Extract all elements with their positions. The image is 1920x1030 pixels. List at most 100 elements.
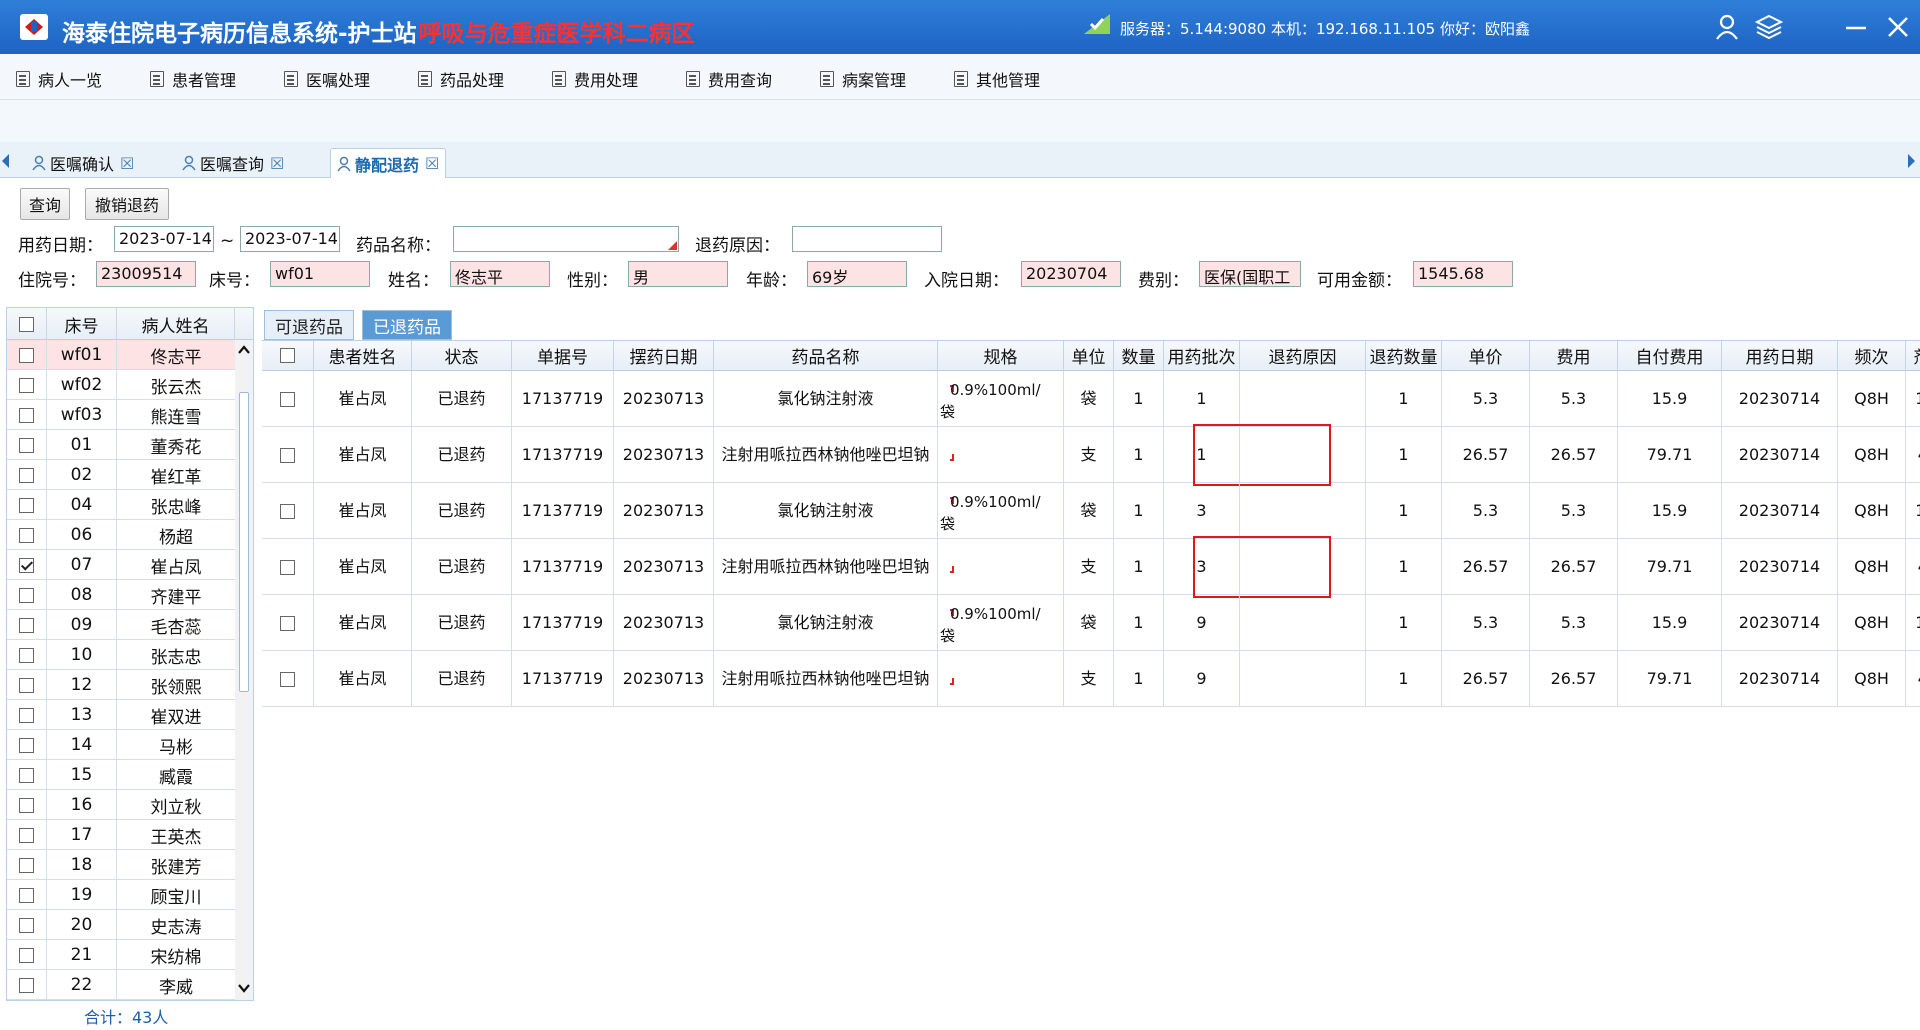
patient-row[interactable]: 19 顾宝川 <box>7 880 235 910</box>
col-header-frequency[interactable]: 频次 <box>1838 341 1906 371</box>
drug-row[interactable]: 崔占凤 已退药 17137719 20230713 氯化钠注射液 0.9%100ml/袋袋… <box>262 595 1920 651</box>
drug-row-checkbox[interactable] <box>280 671 295 687</box>
select-all-drugs-checkbox[interactable] <box>280 348 295 363</box>
menu-record-management[interactable]: 病案管理 <box>820 68 906 90</box>
patient-checkbox[interactable] <box>19 467 34 483</box>
drug-row[interactable]: 崔占凤 已退药 17137719 20230713 注射用哌拉西林钠他唑巴坦钠支 1 1 1 2… <box>262 427 1920 483</box>
patient-row[interactable]: 08 齐建平 <box>7 580 235 610</box>
tab-iv-drug-return[interactable]: 静配退药 ☒ <box>330 148 447 178</box>
patient-row[interactable]: 07 崔占凤 <box>7 550 235 580</box>
menu-fee-query[interactable]: 费用查询 <box>686 68 772 90</box>
col-header-self-pay[interactable]: 自付费用 <box>1618 341 1722 371</box>
patient-checkbox[interactable] <box>19 557 34 573</box>
cancel-return-button[interactable]: 撤销退药 <box>85 188 169 220</box>
patient-row[interactable]: 01 董秀花 <box>7 430 235 460</box>
drug-row[interactable]: 崔占凤 已退药 17137719 20230713 氯化钠注射液 0.9%100ml/袋袋… <box>262 371 1920 427</box>
menu-patient-management[interactable]: 患者管理 <box>150 68 236 90</box>
patient-checkbox[interactable] <box>19 377 34 393</box>
drug-name-input[interactable] <box>453 226 679 252</box>
col-header-dose[interactable]: 剂量 <box>1906 341 1920 371</box>
patient-checkbox[interactable] <box>19 767 34 783</box>
menu-drug-processing[interactable]: 药品处理 <box>418 68 504 90</box>
patient-row[interactable]: 04 张忠峰 <box>7 490 235 520</box>
patient-checkbox[interactable] <box>19 347 34 363</box>
col-header-unit[interactable]: 单位 <box>1064 341 1114 371</box>
drug-row-checkbox[interactable] <box>280 391 295 407</box>
menu-order-processing[interactable]: 医嘱处理 <box>284 68 370 90</box>
menu-patient-overview[interactable]: 病人一览 <box>16 68 102 90</box>
patient-checkbox[interactable] <box>19 887 34 903</box>
patient-checkbox[interactable] <box>19 437 34 453</box>
tab-scroll-right-icon[interactable] <box>1908 154 1915 168</box>
patient-checkbox[interactable] <box>19 827 34 843</box>
query-button[interactable]: 查询 <box>20 188 70 220</box>
col-header-status[interactable]: 状态 <box>412 341 512 371</box>
patient-checkbox[interactable] <box>19 707 34 723</box>
menu-fee-processing[interactable]: 费用处理 <box>552 68 638 90</box>
col-header-drug-name[interactable]: 药品名称 <box>714 341 938 371</box>
drug-row[interactable]: 崔占凤 已退药 17137719 20230713 氯化钠注射液 0.9%100ml/袋袋… <box>262 483 1920 539</box>
scroll-up-icon[interactable] <box>237 344 251 356</box>
drug-row-checkbox[interactable] <box>280 559 295 575</box>
patient-row[interactable]: 15 臧霞 <box>7 760 235 790</box>
patient-checkbox[interactable] <box>19 527 34 543</box>
col-header-return-quantity[interactable]: 退药数量 <box>1366 341 1442 371</box>
patient-row[interactable]: 18 张建芳 <box>7 850 235 880</box>
col-header-document-no[interactable]: 单据号 <box>512 341 614 371</box>
col-header-patient-name[interactable]: 患者姓名 <box>314 341 412 371</box>
drug-row-checkbox[interactable] <box>280 447 295 463</box>
patient-row[interactable]: wf03 熊连雪 <box>7 400 235 430</box>
patient-checkbox[interactable] <box>19 677 34 693</box>
patient-checkbox[interactable] <box>19 407 34 423</box>
patient-row[interactable]: 14 马彬 <box>7 730 235 760</box>
drug-row[interactable]: 崔占凤 已退药 17137719 20230713 注射用哌拉西林钠他唑巴坦钠支 1 3 1 2… <box>262 539 1920 595</box>
col-header-use-date[interactable]: 用药日期 <box>1722 341 1838 371</box>
patient-checkbox[interactable] <box>19 497 34 513</box>
col-header-fee[interactable]: 费用 <box>1530 341 1618 371</box>
tab-close-icon[interactable]: ☒ <box>270 154 284 173</box>
tab-close-icon[interactable]: ☒ <box>425 154 439 173</box>
patient-row[interactable]: 13 崔双进 <box>7 700 235 730</box>
patient-row[interactable]: 12 张领熙 <box>7 670 235 700</box>
tab-order-query[interactable]: 医嘱查询 ☒ <box>176 148 290 178</box>
scrollbar-thumb[interactable] <box>239 392 249 692</box>
drug-row-checkbox[interactable] <box>280 615 295 631</box>
menu-other-management[interactable]: 其他管理 <box>954 68 1040 90</box>
col-header-return-reason[interactable]: 退药原因 <box>1240 341 1366 371</box>
patient-checkbox[interactable] <box>19 917 34 933</box>
layers-icon[interactable] <box>1754 13 1784 41</box>
patient-row[interactable]: 06 杨超 <box>7 520 235 550</box>
col-header-unit-price[interactable]: 单价 <box>1442 341 1530 371</box>
drug-row[interactable]: 崔占凤 已退药 17137719 20230713 注射用哌拉西林钠他唑巴坦钠支 1 9 1 2… <box>262 651 1920 707</box>
patient-row[interactable]: 16 刘立秋 <box>7 790 235 820</box>
patient-row[interactable]: 21 宋纺棉 <box>7 940 235 970</box>
patient-row[interactable]: 20 史志涛 <box>7 910 235 940</box>
patient-checkbox[interactable] <box>19 737 34 753</box>
patient-row[interactable]: 09 毛杏蕊 <box>7 610 235 640</box>
patient-row[interactable]: wf01 佟志平 <box>7 340 235 370</box>
patient-row[interactable]: 22 李威 <box>7 970 235 1000</box>
tab-order-confirm[interactable]: 医嘱确认 ☒ <box>26 148 140 178</box>
tab-scroll-left-icon[interactable] <box>2 154 9 168</box>
close-icon[interactable] <box>1884 13 1912 41</box>
patient-row[interactable]: 02 崔红革 <box>7 460 235 490</box>
patient-row[interactable]: wf02 张云杰 <box>7 370 235 400</box>
patient-checkbox[interactable] <box>19 797 34 813</box>
patient-checkbox[interactable] <box>19 617 34 633</box>
col-header-dispense-date[interactable]: 摆药日期 <box>614 341 714 371</box>
patient-checkbox[interactable] <box>19 587 34 603</box>
tab-returned-drugs[interactable]: 已退药品 <box>362 310 452 340</box>
col-header-specification[interactable]: 规格 <box>938 341 1064 371</box>
patient-checkbox[interactable] <box>19 647 34 663</box>
patient-list-scrollbar[interactable] <box>235 340 253 1000</box>
col-header-batch[interactable]: 用药批次 <box>1164 341 1240 371</box>
minimize-icon[interactable] <box>1842 13 1870 41</box>
tab-close-icon[interactable]: ☒ <box>120 154 134 173</box>
user-icon[interactable] <box>1714 13 1742 41</box>
patient-checkbox[interactable] <box>19 947 34 963</box>
col-header-quantity[interactable]: 数量 <box>1114 341 1164 371</box>
scroll-down-icon[interactable] <box>237 982 251 994</box>
drug-row-checkbox[interactable] <box>280 503 295 519</box>
patient-checkbox[interactable] <box>19 857 34 873</box>
date-from-input[interactable]: 2023-07-14 <box>114 226 214 252</box>
